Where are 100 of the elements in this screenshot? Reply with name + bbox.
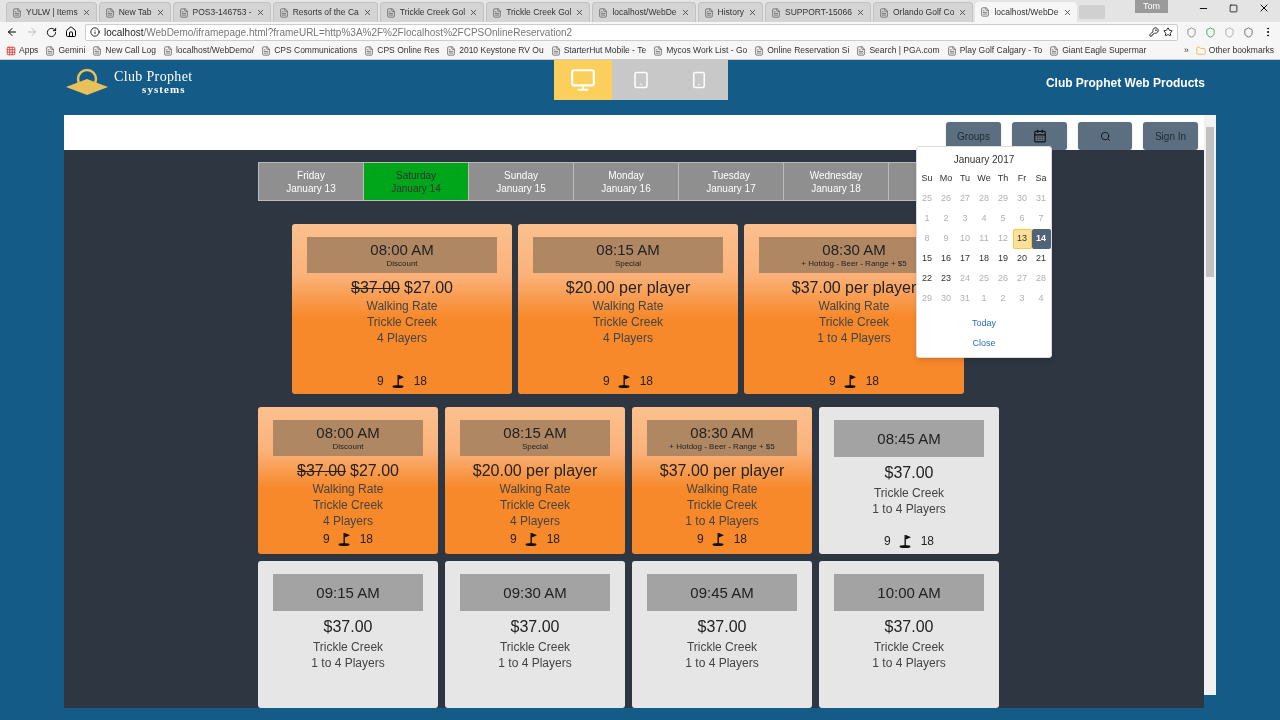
close-link[interactable]: Close [972,333,996,353]
weekday-label: We [976,172,992,186]
bookmark[interactable]: Search | PGA.com [856,44,940,57]
holes-option[interactable]: 18 [920,532,934,550]
bookmark[interactable]: Play Golf Calgary - To [946,44,1043,57]
browser-tab[interactable]: POS3-146753 - [172,2,271,22]
tee-time-card[interactable]: 09:30 AM $37.00 Trickle Creek 1 to 4 Players [445,561,625,708]
tee-time-card[interactable]: 10:00 AM $37.00 Trickle Creek 1 to 4 Players [819,561,999,708]
page-icon [598,7,609,18]
price: $37.00 [884,463,934,483]
holes-option[interactable]: 18 [733,530,747,548]
players: 1 to 4 Players [872,501,946,517]
page-icon [162,45,173,56]
calendar-day[interactable]: 13 [1012,229,1032,249]
calendar-day[interactable]: 22 [917,269,937,289]
browser-tab[interactable]: YULW | Items [6,2,97,22]
bookmark[interactable]: Apps [6,44,39,57]
calendar-button[interactable] [1012,122,1067,150]
bookmark[interactable]: Mycos Work List - Go [653,44,748,57]
bookmark[interactable]: Other bookmarks [1195,44,1274,57]
home-icon[interactable] [65,26,77,38]
reload-icon[interactable] [46,26,57,38]
bookmark[interactable]: New Call Log [92,44,156,57]
holes-option[interactable]: 9 [602,372,610,390]
price: $20.00 per player [565,278,691,298]
holes-option[interactable]: 18 [639,372,653,390]
rate-name: Walking Rate [818,298,890,314]
tee-time: 08:30 AM [822,241,886,259]
browser-tab[interactable]: History [697,2,764,22]
calendar-day[interactable]: 14 [1031,229,1051,249]
info-icon[interactable] [90,27,100,37]
browser-tab[interactable]: New Tab [98,2,171,22]
close-icon[interactable] [1258,2,1270,14]
device-toggle[interactable] [612,60,670,100]
holes-option[interactable]: 9 [696,530,704,548]
today-link[interactable]: Today [972,313,996,333]
calendar-day[interactable]: 18 [974,249,994,269]
tee-time-card[interactable]: 09:15 AM $37.00 Trickle Creek 1 to 4 Players [258,561,438,708]
holes-option[interactable]: 9 [883,532,891,550]
browser-tab[interactable]: localhost/WebDe [592,2,696,22]
rate-tag: Discount [386,259,418,269]
bookmark[interactable]: CPS Online Res [364,44,440,57]
tee-time-card[interactable]: 08:00 AM Discount $37.00 $27.00 Walking Rate Trickle Creek 4 Players 9 18 [292,224,512,394]
bookmark[interactable]: Gemini [45,44,86,57]
tab-title: localhost/WebDe [994,5,1059,19]
rate-name: Walking Rate [686,481,758,497]
tab-title: YULW | Items [26,6,78,19]
bookmark[interactable]: CPS Communications [261,44,358,57]
calendar-day[interactable]: 16 [936,249,956,269]
extension-icon[interactable] [1243,26,1254,38]
holes-option[interactable]: 9 [322,530,330,548]
players: 1 to 4 Players [817,330,891,346]
bookmark[interactable]: Online Reservation Si [754,44,850,57]
calendar-day[interactable]: 20 [1012,249,1032,269]
browser-tab[interactable]: Trickle Creek Gol [486,2,591,22]
bookmark[interactable]: localhost/WebDemo/ [162,44,255,57]
golf-flag-icon [337,532,352,546]
tee-time-card[interactable]: 08:45 AM $37.00 Trickle Creek 1 to 4 Players 9 18 [819,407,999,554]
calendar-day[interactable]: 23 [936,269,956,289]
back-icon[interactable] [6,26,18,38]
course-name: Trickle Creek [499,497,571,513]
tee-time-card[interactable]: 08:30 AM + Hotdog - Beer - Range + $5 $37.00 per player Walking Rate Trickle Creek 1 to 4 Players 9 18 [632,407,812,554]
more-bookmarks[interactable]: » [1184,44,1189,57]
device-toggle[interactable] [670,60,728,100]
tee-time-card[interactable]: 08:00 AM Discount $37.00 $27.00 Walking Rate Trickle Creek 4 Players 9 18 [258,407,438,554]
key-icon[interactable] [1149,27,1159,37]
holes-option[interactable]: 18 [359,530,373,548]
calendar-month[interactable]: January 2017 [953,151,1015,169]
browser-tab[interactable]: Orlando Golf Co [872,2,974,22]
browser-tab[interactable]: SUPPORT-15066 [765,2,871,22]
price: $37.00 per player [791,278,917,298]
bookmark[interactable]: Giant Eagle Supermar [1049,44,1147,57]
star-icon[interactable] [1163,27,1173,37]
holes-option[interactable]: 18 [546,530,560,548]
tee-time-card[interactable]: 08:15 AM Special $20.00 per player Walking Rate Trickle Creek 4 Players 9 18 [445,407,625,554]
browser-tab[interactable]: Resorts of the Ca [272,2,378,22]
price: $27.00 [350,461,399,481]
holes-option[interactable]: 9 [509,530,517,548]
bookmark[interactable]: 2010 Keystone RV Ou [446,44,544,57]
tee-time-card[interactable]: 08:15 AM Special $20.00 per player Walking Rate Trickle Creek 4 Players 9 18 [518,224,738,394]
rate-tag: + Hotdog - Beer - Range + $5 [801,259,907,269]
tee-time-card[interactable]: 09:45 AM $37.00 Trickle Creek 1 to 4 Players [632,561,812,708]
address-field[interactable]: localhost/WebDemo/iframepage.html?frameURL=http%3A%2F%2Flocalhost%2FCPSOnlineReservation2 [85,23,1178,41]
device-toggle[interactable] [554,60,612,100]
browser-tab[interactable]: localhost/WebDe [975,2,1077,22]
holes-option[interactable]: 9 [376,372,384,390]
calendar-day[interactable]: 21 [1031,249,1051,269]
tab-title: Orlando Golf Co [892,6,955,19]
maximize-icon[interactable] [1229,4,1238,13]
scrollbar[interactable] [1204,115,1216,695]
browser-tab[interactable]: Trickle Creek Gol [379,2,485,22]
bookmark[interactable]: StarterHut Mobile - Te [550,44,647,57]
golf-flag-icon [617,374,632,388]
calendar-day[interactable]: 19 [993,249,1013,269]
holes-option[interactable]: 9 [828,372,836,390]
holes-option[interactable]: 18 [413,372,427,390]
calendar-day[interactable]: 15 [917,249,937,269]
page-icon [878,7,889,18]
day-tab[interactable]: Saturday January 14 [364,163,469,200]
holes-option[interactable]: 18 [865,372,879,390]
